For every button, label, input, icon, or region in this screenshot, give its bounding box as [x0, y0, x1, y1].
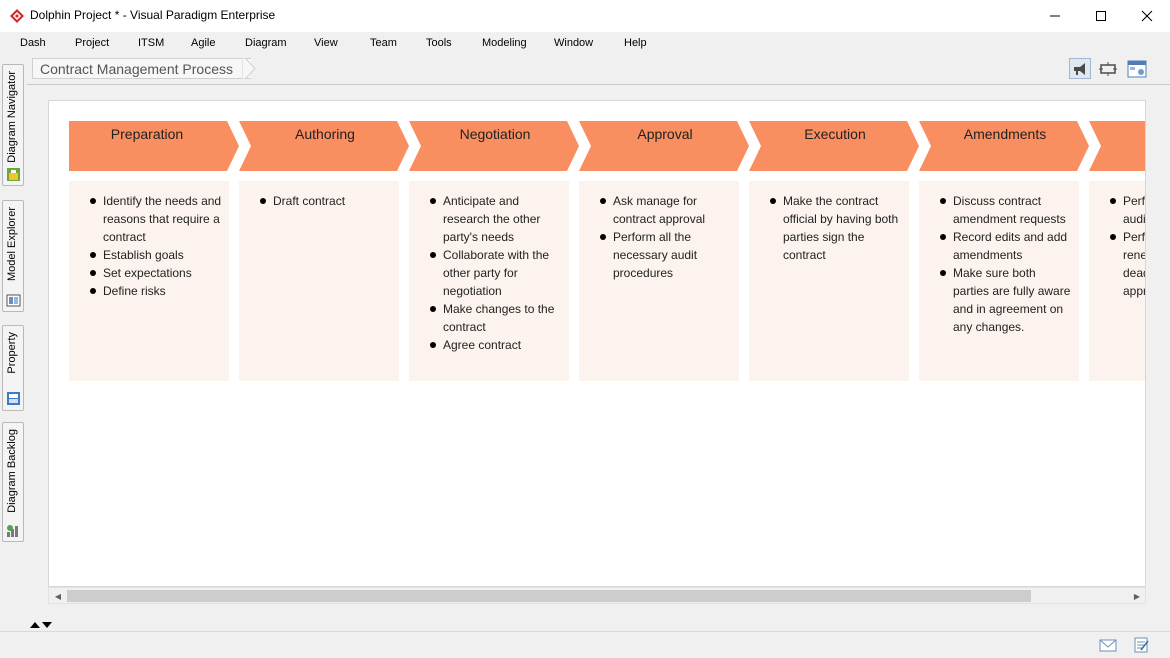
close-icon [1141, 10, 1153, 22]
stage-body-amendments[interactable]: Discuss contract amendment requests Reco… [919, 181, 1079, 381]
stage-title: Preparation [110, 126, 184, 142]
list-item: Perform all the necessary audit procedur… [579, 228, 739, 282]
menu-diagram[interactable]: Diagram [245, 37, 287, 49]
menu-help[interactable]: Help [624, 37, 647, 49]
property-icon [7, 392, 20, 405]
tab-property[interactable]: Property [2, 325, 24, 411]
list-item: Perf rene dead appr [1089, 228, 1145, 300]
list-item: Make sure both parties are fully aware a… [919, 264, 1079, 336]
menu-modeling[interactable]: Modeling [482, 37, 527, 49]
tab-model-explorer[interactable]: Model Explorer [2, 200, 24, 312]
announce-button[interactable] [1069, 58, 1091, 79]
diagram-overview-icon [1127, 60, 1147, 77]
menu-itsm[interactable]: ITSM [138, 37, 164, 49]
list-item: Define risks [69, 282, 229, 300]
horizontal-scrollbar[interactable]: ◀ ▶ [48, 587, 1146, 604]
menu-view[interactable]: View [314, 37, 338, 49]
stage-header-execution[interactable]: Execution [749, 121, 919, 171]
stage-title: Execution [804, 126, 866, 142]
menu-agile[interactable]: Agile [191, 37, 215, 49]
fit-diagram-icon [1099, 61, 1117, 76]
scrollbar-thumb[interactable] [67, 590, 1031, 602]
list-item: Agree contract [409, 336, 569, 354]
list-item: Anticipate and research the other party'… [409, 192, 569, 246]
mail-icon[interactable] [1099, 637, 1117, 653]
stage-header-authoring[interactable]: Authoring [239, 121, 409, 171]
stage-body-approval[interactable]: Ask manage for contract approval Perform… [579, 181, 739, 381]
stage-header-negotiation[interactable]: Negotiation [409, 121, 579, 171]
list-item: Perf audi [1089, 192, 1145, 228]
menu-window[interactable]: Window [554, 37, 593, 49]
stage-header-amendments[interactable]: Amendments [919, 121, 1089, 171]
diagram-canvas[interactable]: Preparation Identify the needs and reaso… [48, 100, 1146, 587]
breadcrumb-arrow-icon [242, 58, 256, 79]
stage-body-negotiation[interactable]: Anticipate and research the other party'… [409, 181, 569, 381]
list-item: Identify the needs and reasons that requ… [69, 192, 229, 246]
list-item: Draft contract [239, 192, 399, 210]
fit-diagram-button[interactable] [1097, 58, 1119, 79]
scroll-left-icon[interactable]: ◀ [52, 590, 64, 602]
stage-title: Authoring [295, 126, 355, 142]
list-item: Establish goals [69, 246, 229, 264]
menu-bar: Dash Project ITSM Agile Diagram View Tea… [0, 32, 1170, 56]
list-item: Make changes to the contract [409, 300, 569, 336]
stage-header-approval[interactable]: Approval [579, 121, 749, 171]
list-item: Record edits and add amendments [919, 228, 1079, 264]
status-bar [0, 631, 1170, 658]
stage-title: Negotiation [459, 126, 531, 142]
scroll-right-icon[interactable]: ▶ [1131, 590, 1143, 602]
window-title: Dolphin Project * - Visual Paradigm Ente… [30, 8, 276, 22]
stage-title: Approval [637, 126, 693, 142]
stage-header-clipped[interactable]: Re [1089, 121, 1145, 171]
stage-title: Re [1097, 126, 1145, 142]
tab-label: Model Explorer [6, 207, 18, 281]
list-item: Set expectations [69, 264, 229, 282]
menu-tools[interactable]: Tools [426, 37, 452, 49]
stage-title: Amendments [963, 126, 1047, 142]
list-item: Make the contract official by having bot… [749, 192, 909, 264]
tab-label: Property [6, 332, 18, 374]
stage-body-clipped[interactable]: Perf audi Perf rene dead appr [1089, 181, 1145, 381]
tab-label: Diagram Backlog [6, 429, 18, 513]
stage-task-list: Draft contract [239, 192, 399, 210]
stage-task-list: Discuss contract amendment requests Reco… [919, 192, 1079, 336]
diagram-navigator-icon [7, 168, 20, 181]
tab-diagram-navigator[interactable]: Diagram Navigator [2, 64, 24, 186]
stage-body-execution[interactable]: Make the contract official by having bot… [749, 181, 909, 381]
list-item: Ask manage for contract approval [579, 192, 739, 228]
breadcrumb[interactable]: Contract Management Process [32, 58, 251, 79]
menu-dash[interactable]: Dash [20, 37, 46, 49]
stage-task-list: Make the contract official by having bot… [749, 192, 909, 264]
model-explorer-icon [6, 294, 21, 307]
stage-task-list: Ask manage for contract approval Perform… [579, 192, 739, 282]
stage-task-list: Identify the needs and reasons that requ… [69, 192, 229, 300]
diagram-backlog-icon [7, 525, 18, 537]
menu-team[interactable]: Team [370, 37, 397, 49]
menu-project[interactable]: Project [75, 37, 109, 49]
stage-task-list: Perf audi Perf rene dead appr [1089, 192, 1145, 300]
stage-body-authoring[interactable]: Draft contract [239, 181, 399, 381]
title-bar: Dolphin Project * - Visual Paradigm Ente… [0, 0, 1170, 32]
maximize-button[interactable] [1078, 0, 1124, 32]
app-logo-icon [10, 9, 24, 23]
list-item: Discuss contract amendment requests [919, 192, 1079, 228]
notes-icon[interactable] [1132, 637, 1150, 653]
list-item: Collaborate with the other party for neg… [409, 246, 569, 300]
maximize-icon [1096, 11, 1106, 21]
announce-icon [1074, 62, 1085, 75]
close-button[interactable] [1124, 0, 1170, 32]
minimize-icon [1050, 15, 1060, 17]
stage-header-preparation[interactable]: Preparation [69, 121, 239, 171]
diagram-overview-button[interactable] [1126, 58, 1148, 79]
collapse-expand-icon[interactable] [29, 620, 55, 630]
stage-body-preparation[interactable]: Identify the needs and reasons that requ… [69, 181, 229, 381]
minimize-button[interactable] [1032, 0, 1078, 32]
process-diagram: Preparation Identify the needs and reaso… [49, 101, 1145, 586]
stage-task-list: Anticipate and research the other party'… [409, 192, 569, 354]
side-tab-strip: Diagram Navigator Model Explorer Propert… [0, 56, 26, 631]
tab-diagram-backlog[interactable]: Diagram Backlog [2, 422, 24, 542]
breadcrumb-diagram-name: Contract Management Process [40, 61, 233, 77]
tab-label: Diagram Navigator [6, 71, 18, 163]
